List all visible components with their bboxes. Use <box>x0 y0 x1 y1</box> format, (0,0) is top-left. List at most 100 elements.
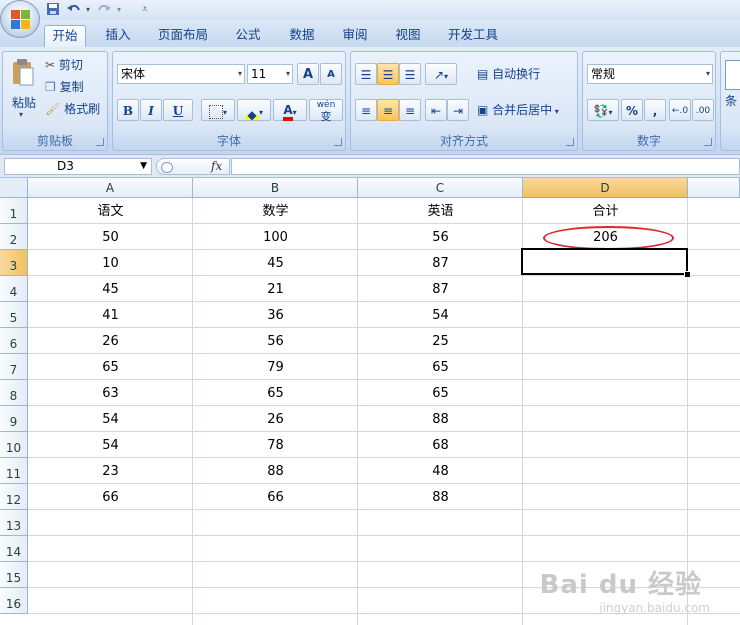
table-cell[interactable]: 26 <box>28 329 193 355</box>
accounting-format-button[interactable]: 💱▾ <box>587 99 619 121</box>
clipboard-launcher-icon[interactable] <box>96 138 104 146</box>
underline-button[interactable]: U <box>163 99 193 121</box>
table-cell[interactable] <box>523 407 688 433</box>
row-header[interactable]: 16 <box>0 588 28 614</box>
header-cell[interactable]: 数学 <box>193 199 358 225</box>
table-cell[interactable]: 56 <box>358 225 523 251</box>
table-cell[interactable]: 21 <box>193 277 358 303</box>
table-cell[interactable] <box>523 355 688 381</box>
table-cell[interactable] <box>523 433 688 459</box>
column-header-d[interactable]: D <box>523 178 688 198</box>
copy-button[interactable]: ❐ 复制 <box>45 76 105 98</box>
tab-developer[interactable]: 开发工具 <box>442 25 504 47</box>
save-icon[interactable] <box>46 2 60 18</box>
table-cell[interactable]: 78 <box>193 433 358 459</box>
row-header[interactable]: 4 <box>0 276 28 302</box>
row-header[interactable]: 13 <box>0 510 28 536</box>
bold-button[interactable]: B <box>117 99 139 121</box>
phonetic-button[interactable]: wén 变 <box>309 99 343 122</box>
office-button[interactable] <box>0 0 40 38</box>
number-format-select[interactable]: 常规 ▾ <box>587 64 713 84</box>
grow-font-button[interactable]: A <box>297 63 319 85</box>
font-launcher-icon[interactable] <box>334 138 342 146</box>
table-cell[interactable]: 54 <box>358 303 523 329</box>
table-cell[interactable]: 88 <box>358 485 523 511</box>
table-cell[interactable] <box>523 277 688 303</box>
table-cell[interactable]: 23 <box>28 459 193 485</box>
redo-dropdown-icon[interactable]: ▾ <box>117 2 121 18</box>
customize-toolbar-icon[interactable]: ⩡ <box>142 2 148 18</box>
tab-formulas[interactable]: 公式 <box>228 25 268 47</box>
table-cell[interactable]: 88 <box>193 459 358 485</box>
table-cell[interactable]: 26 <box>193 407 358 433</box>
table-cell[interactable]: 36 <box>193 303 358 329</box>
table-cell[interactable]: 88 <box>358 407 523 433</box>
table-cell[interactable] <box>523 329 688 355</box>
decrease-decimal-button[interactable]: .00 <box>692 99 714 121</box>
number-launcher-icon[interactable] <box>704 138 712 146</box>
wrap-text-button[interactable]: ▤ 自动换行 <box>477 63 577 85</box>
tab-home[interactable]: 开始 <box>44 25 86 47</box>
table-cell[interactable]: 65 <box>358 355 523 381</box>
table-cell[interactable]: 65 <box>28 355 193 381</box>
border-button[interactable]: ▾ <box>201 99 235 121</box>
name-box[interactable]: D3 ▼ <box>4 158 152 175</box>
table-cell[interactable]: 66 <box>28 485 193 511</box>
row-header[interactable]: 9 <box>0 406 28 432</box>
table-cell[interactable]: 45 <box>28 277 193 303</box>
table-cell[interactable]: 45 <box>193 251 358 277</box>
tab-review[interactable]: 审阅 <box>335 25 375 47</box>
table-cell[interactable] <box>523 459 688 485</box>
table-cell[interactable]: 66 <box>193 485 358 511</box>
table-cell[interactable]: 79 <box>193 355 358 381</box>
align-center-button[interactable]: ≡ <box>377 99 399 121</box>
align-right-button[interactable]: ≡ <box>399 99 421 121</box>
table-cell[interactable]: 54 <box>28 407 193 433</box>
fill-handle[interactable] <box>684 271 691 278</box>
row-header[interactable]: 10 <box>0 432 28 458</box>
row-header[interactable]: 8 <box>0 380 28 406</box>
table-cell[interactable] <box>523 485 688 511</box>
decrease-indent-button[interactable]: ⇤ <box>425 99 447 121</box>
row-header[interactable]: 3 <box>0 250 28 276</box>
fill-color-button[interactable]: ◆ ▾ <box>237 99 271 122</box>
column-header-a[interactable]: A <box>28 178 193 198</box>
tab-data[interactable]: 数据 <box>282 25 322 47</box>
italic-button[interactable]: I <box>140 99 162 121</box>
paste-button[interactable]: 粘贴 ▾ <box>7 56 39 119</box>
column-header-b[interactable]: B <box>193 178 358 198</box>
selected-cell-d3[interactable] <box>521 248 688 275</box>
table-cell[interactable]: 41 <box>28 303 193 329</box>
row-header[interactable]: 14 <box>0 536 28 562</box>
row-header[interactable]: 15 <box>0 562 28 588</box>
row-header[interactable]: 12 <box>0 484 28 510</box>
tab-page-layout[interactable]: 页面布局 <box>152 25 214 47</box>
comma-style-button[interactable]: , <box>644 99 666 121</box>
row-header[interactable]: 5 <box>0 302 28 328</box>
undo-dropdown-icon[interactable]: ▾ <box>86 2 90 18</box>
insert-function-icon[interactable]: fx <box>211 159 222 173</box>
table-cell[interactable]: 65 <box>358 381 523 407</box>
table-cell[interactable]: 10 <box>28 251 193 277</box>
table-cell[interactable] <box>523 303 688 329</box>
table-cell[interactable]: 65 <box>193 381 358 407</box>
table-cell[interactable]: 63 <box>28 381 193 407</box>
name-box-dropdown-icon[interactable]: ▼ <box>140 159 147 174</box>
table-cell[interactable]: 54 <box>28 433 193 459</box>
row-header[interactable]: 11 <box>0 458 28 484</box>
shrink-font-button[interactable]: A <box>320 63 342 85</box>
conditional-format-label[interactable]: 条 <box>725 92 737 109</box>
formula-input[interactable] <box>231 158 740 175</box>
increase-decimal-button[interactable]: ←.0 <box>669 99 691 121</box>
table-cell[interactable]: 87 <box>358 277 523 303</box>
table-cell[interactable] <box>523 381 688 407</box>
undo-icon[interactable] <box>66 2 82 18</box>
table-cell[interactable]: 100 <box>193 225 358 251</box>
row-header[interactable]: 6 <box>0 328 28 354</box>
header-cell[interactable]: 合计 <box>523 199 688 225</box>
table-cell[interactable]: 48 <box>358 459 523 485</box>
align-left-button[interactable]: ≡ <box>355 99 377 121</box>
align-middle-button[interactable]: ☰ <box>377 63 399 85</box>
column-header-e[interactable] <box>688 178 740 198</box>
row-header[interactable]: 2 <box>0 224 28 250</box>
